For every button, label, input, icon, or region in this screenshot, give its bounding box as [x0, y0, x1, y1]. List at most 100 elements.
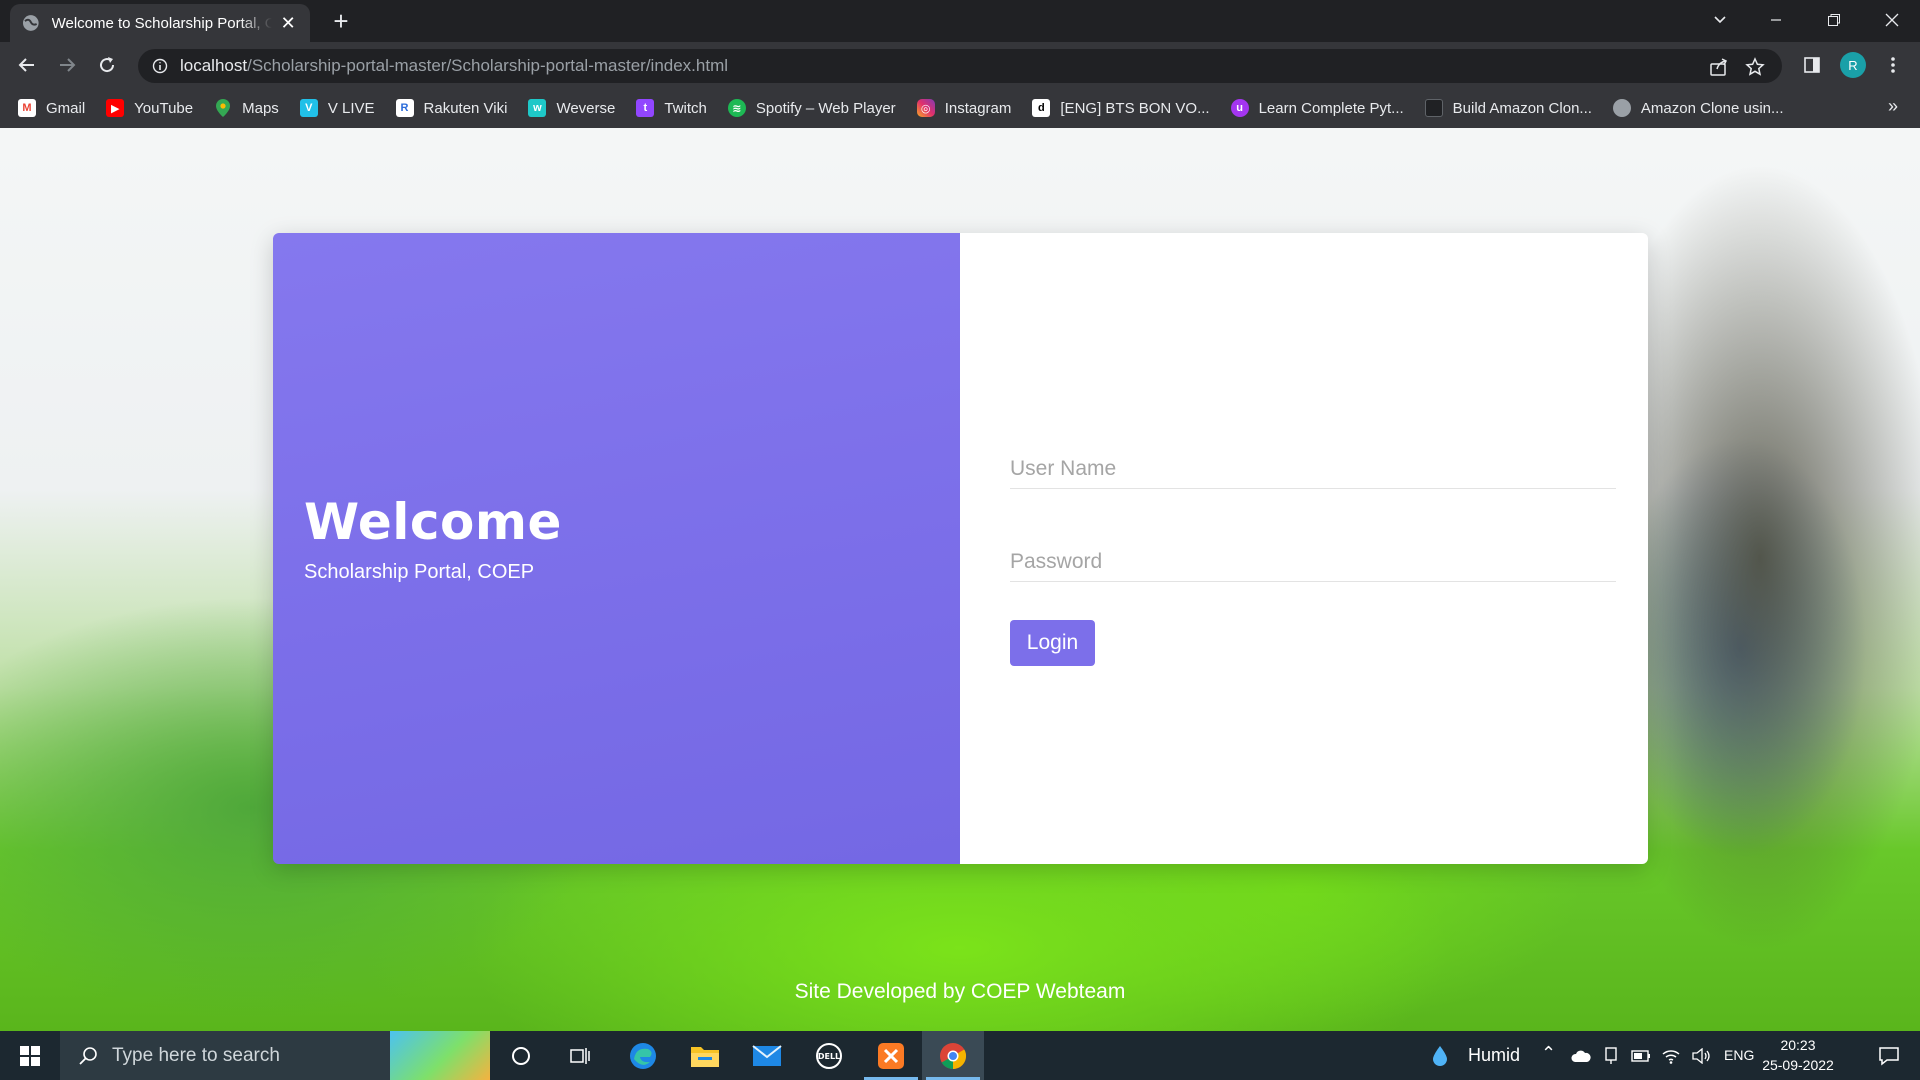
bookmark-spotify[interactable]: ≋ Spotify – Web Player: [727, 99, 896, 117]
bookmark-label: Instagram: [944, 99, 1012, 117]
bookmark-youtube[interactable]: ▶ YouTube: [106, 99, 193, 117]
battery-icon[interactable]: [1628, 1031, 1654, 1080]
globe-icon: [1612, 99, 1631, 117]
onedrive-icon[interactable]: [1568, 1031, 1594, 1080]
search-placeholder: Type here to search: [112, 1044, 280, 1066]
task-view-icon: [570, 1047, 590, 1064]
bookmark-amazon-clone[interactable]: Amazon Clone usin...: [1612, 99, 1784, 117]
bookmark-dailymotion[interactable]: d [ENG] BTS BON VO...: [1032, 99, 1210, 117]
bookmark-label: Twitch: [664, 99, 707, 117]
restore-button[interactable]: [1806, 0, 1862, 40]
task-view-button[interactable]: [550, 1031, 612, 1080]
profile-avatar[interactable]: R: [1840, 52, 1866, 78]
taskbar-app-xampp[interactable]: [860, 1031, 922, 1080]
taskbar-app-chrome[interactable]: [922, 1031, 984, 1080]
notifications-button[interactable]: [1858, 1031, 1920, 1080]
wifi-icon[interactable]: [1658, 1031, 1684, 1080]
restore-icon: [1828, 14, 1840, 26]
bookmark-maps[interactable]: Maps: [214, 99, 279, 117]
youtube-icon: ▶: [106, 99, 125, 117]
start-button[interactable]: [0, 1031, 60, 1080]
menu-kebab-icon[interactable]: [1880, 52, 1906, 78]
language-indicator[interactable]: ENG: [1724, 1047, 1754, 1063]
bookmarks-bar: M Gmail ▶ YouTube Maps V V LIVE R Rakute…: [0, 88, 1920, 128]
notification-icon: [1879, 1046, 1899, 1066]
browser-toolbar: localhost/Scholarship-portal-master/Scho…: [0, 42, 1920, 88]
tab-strip: Welcome to Scholarship Portal, COEP ✕ +: [0, 0, 1920, 42]
globe-icon: [22, 15, 39, 31]
address-bar[interactable]: localhost/Scholarship-portal-master/Scho…: [138, 49, 1782, 83]
cortana-button[interactable]: [490, 1031, 552, 1080]
volume-icon[interactable]: [1688, 1031, 1714, 1080]
close-tab-icon[interactable]: ✕: [278, 13, 298, 34]
close-icon: [1885, 13, 1899, 27]
forward-button[interactable]: [52, 50, 82, 80]
bookmark-label: Maps: [242, 99, 279, 117]
taskbar-app-mail[interactable]: [736, 1031, 798, 1080]
twitch-icon: t: [636, 99, 655, 117]
welcome-subtitle: Scholarship Portal, COEP: [304, 561, 535, 583]
bookmark-weverse[interactable]: w Weverse: [528, 99, 615, 117]
tab-search-button[interactable]: [1692, 0, 1748, 40]
weather-label[interactable]: Humid: [1468, 1045, 1520, 1066]
share-icon[interactable]: [1708, 56, 1730, 78]
taskbar-app-dell[interactable]: DELL: [798, 1031, 860, 1080]
weather-widget[interactable]: [1425, 1031, 1455, 1080]
bookmark-amazon-build[interactable]: Build Amazon Clon...: [1424, 99, 1592, 117]
bookmark-label: Gmail: [46, 99, 86, 117]
reload-button[interactable]: [92, 50, 122, 80]
taskbar-app-file-explorer[interactable]: [674, 1031, 736, 1080]
bookmark-instagram[interactable]: ◎ Instagram: [916, 99, 1012, 117]
bookmark-star-icon[interactable]: [1744, 56, 1766, 78]
clock-time: 20:23: [1780, 1037, 1816, 1053]
back-button[interactable]: [12, 50, 42, 80]
bookmark-label: YouTube: [134, 99, 194, 117]
password-input[interactable]: [1010, 542, 1616, 582]
xampp-icon: [878, 1042, 904, 1069]
bookmark-label: V LIVE: [327, 99, 375, 117]
taskbar-clock[interactable]: 20:23 25-09-2022: [1760, 1035, 1836, 1075]
login-button[interactable]: Login: [1010, 620, 1095, 666]
side-panel-icon[interactable]: [1799, 52, 1825, 78]
viki-icon: R: [395, 99, 414, 117]
login-card: Welcome Scholarship Portal, COEP Login: [273, 233, 1648, 864]
page-viewport: Welcome Scholarship Portal, COEP Login S…: [0, 128, 1920, 1031]
cortana-circle-icon: [512, 1046, 530, 1065]
instagram-icon: ◎: [916, 99, 935, 117]
dailymotion-icon: d: [1032, 99, 1051, 117]
clock-date: 25-09-2022: [1762, 1057, 1834, 1073]
footer-credit: Site Developed by COEP Webteam: [794, 980, 1126, 1003]
new-tab-button[interactable]: +: [326, 8, 356, 34]
bookmark-gmail[interactable]: M Gmail: [18, 99, 85, 117]
maps-icon: [214, 99, 232, 117]
reload-icon: [100, 57, 115, 73]
site-info-icon[interactable]: [150, 56, 170, 76]
bookmark-viki[interactable]: R Rakuten Viki: [395, 99, 508, 117]
search-icon: [76, 1044, 100, 1068]
chevron-down-icon: [1714, 16, 1726, 24]
bookmark-twitch[interactable]: t Twitch: [636, 99, 707, 117]
taskbar-app-edge[interactable]: [612, 1031, 674, 1080]
bookmark-udemy[interactable]: u Learn Complete Pyt...: [1230, 99, 1404, 117]
close-window-button[interactable]: [1864, 0, 1920, 40]
gmail-icon: M: [18, 99, 36, 117]
arrow-left-icon: [18, 58, 34, 72]
search-highlight-image: [390, 1031, 490, 1080]
network-adapter-icon[interactable]: [1598, 1031, 1624, 1080]
tab-active[interactable]: Welcome to Scholarship Portal, COEP ✕: [10, 4, 310, 42]
taskbar-search-box[interactable]: Type here to search: [60, 1031, 490, 1080]
minimize-button[interactable]: [1748, 0, 1804, 40]
tray-overflow-icon[interactable]: ⌃: [1541, 1043, 1556, 1064]
bookmark-label: Rakuten Viki: [423, 99, 508, 117]
bookmarks-overflow-icon[interactable]: »: [1888, 96, 1898, 117]
folder-icon: [691, 1046, 719, 1067]
username-input[interactable]: [1010, 449, 1616, 489]
dell-icon: DELL: [816, 1042, 842, 1069]
bookmark-label: Spotify – Web Player: [755, 99, 896, 117]
svg-text:DELL: DELL: [818, 1052, 840, 1061]
bookmark-label: Learn Complete Pyt...: [1258, 99, 1404, 117]
url-text: localhost/Scholarship-portal-master/Scho…: [180, 56, 728, 76]
bookmark-vlive[interactable]: V V LIVE: [299, 99, 375, 117]
url-path: /Scholarship-portal-master/Scholarship-p…: [247, 56, 729, 75]
login-form: Login: [960, 233, 1648, 864]
